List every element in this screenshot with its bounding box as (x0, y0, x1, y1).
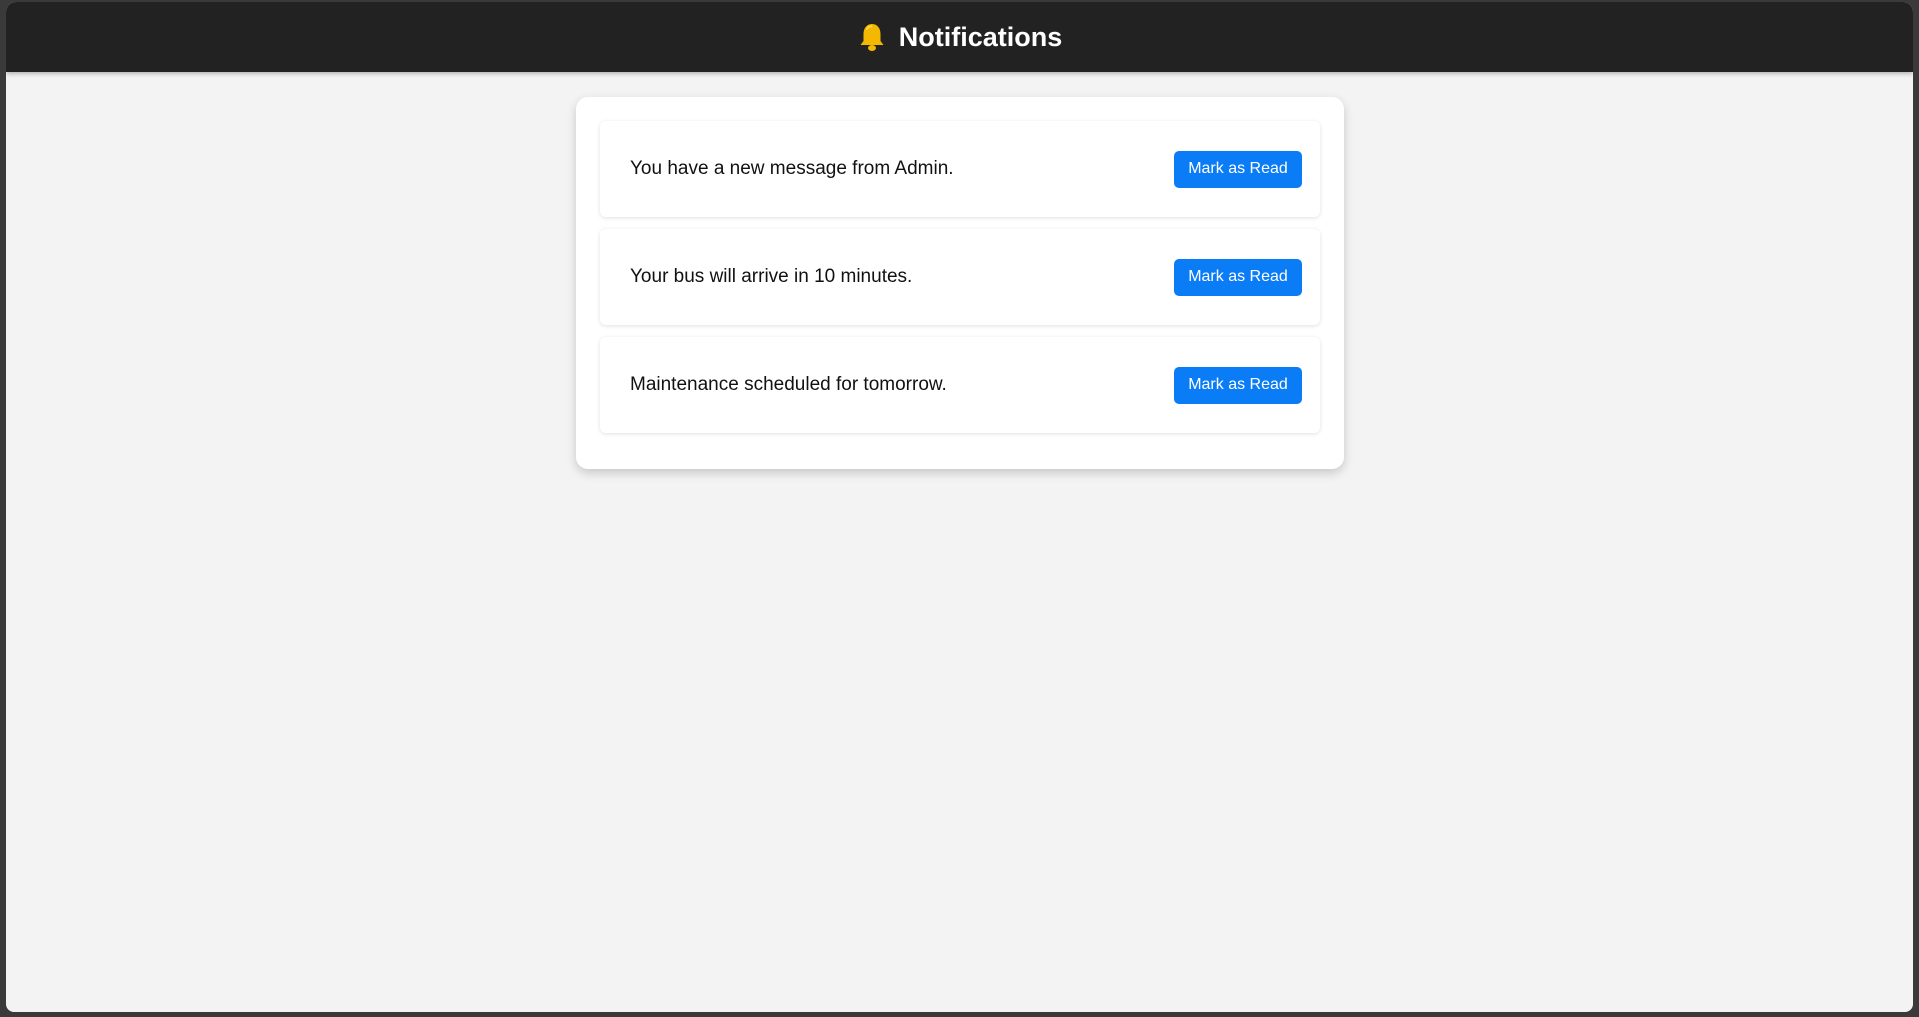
app-window: Notifications You have a new message fro… (6, 2, 1913, 1012)
page-title: Notifications (898, 21, 1063, 52)
mark-as-read-button[interactable]: Mark as Read (1174, 258, 1302, 296)
notification-text: You have a new message from Admin. (630, 158, 954, 179)
notification-item: Your bus will arrive in 10 minutes. Mark… (600, 229, 1320, 325)
header-title-group: Notifications (857, 21, 1063, 53)
bell-icon (857, 22, 887, 52)
notification-text: Your bus will arrive in 10 minutes. (630, 266, 913, 287)
notifications-panel: You have a new message from Admin. Mark … (576, 97, 1344, 469)
mark-as-read-button[interactable]: Mark as Read (1174, 366, 1302, 404)
notification-item: Maintenance scheduled for tomorrow. Mark… (600, 337, 1320, 433)
notification-text: Maintenance scheduled for tomorrow. (630, 374, 947, 395)
mark-as-read-button[interactable]: Mark as Read (1174, 150, 1302, 188)
notification-list: You have a new message from Admin. Mark … (600, 121, 1320, 445)
notification-item: You have a new message from Admin. Mark … (600, 121, 1320, 217)
header-bar: Notifications (6, 2, 1913, 72)
